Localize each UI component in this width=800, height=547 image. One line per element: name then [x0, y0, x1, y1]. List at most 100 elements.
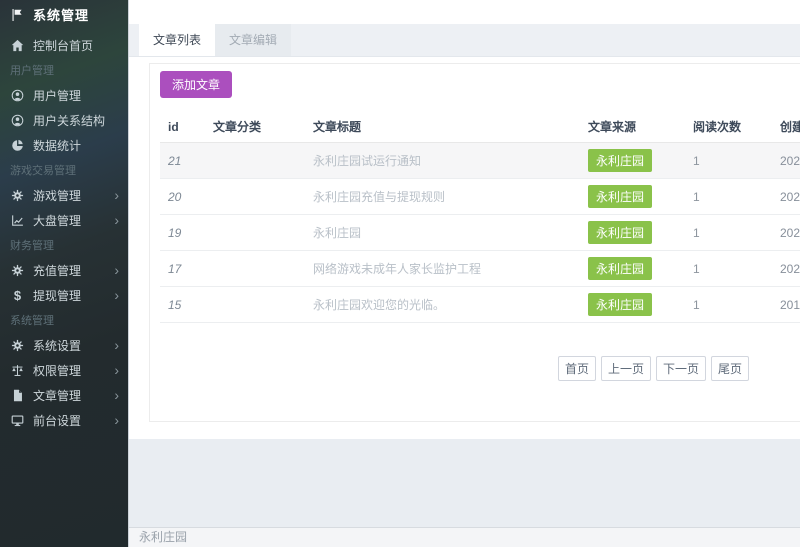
table-row: 15 永利庄园欢迎您的光临。 永利庄园 1 2019: [160, 287, 800, 323]
sidebar: 系统管理 控制台首页 用户管理 用户管理 用户关系结构: [0, 0, 128, 547]
sidebar-item-user-relations[interactable]: 用户关系结构: [0, 108, 128, 133]
source-badge[interactable]: 永利庄园: [588, 293, 652, 316]
sidebar-section-finance: 财务管理: [0, 233, 128, 258]
pagination: 首页 上一页 下一页 尾页: [558, 356, 800, 381]
chevron-right-icon: ›: [114, 213, 119, 227]
source-badge[interactable]: 永利庄园: [588, 185, 652, 208]
table-row: 17 网络游戏未成年人家长监护工程 永利庄园 1 2020: [160, 251, 800, 287]
cell-reads: 1: [685, 215, 780, 251]
cell-title: 永利庄园试运行通知: [305, 143, 580, 179]
sidebar-item-label: 提现管理: [33, 287, 114, 304]
content-panel: 添加文章 id 文章分类 文章标题 文章来源 阅读次数 创建时间: [129, 57, 800, 439]
column-header-reads: 阅读次数: [685, 111, 780, 143]
sidebar-item-market-management[interactable]: 大盘管理 ›: [0, 208, 128, 233]
cell-title: 永利庄园: [305, 215, 580, 251]
sidebar-item-label: 权限管理: [33, 362, 114, 379]
cell-title: 永利庄园充值与提现规则: [305, 179, 580, 215]
sidebar-item-label: 控制台首页: [33, 37, 119, 54]
sidebar-item-label: 系统设置: [33, 337, 114, 354]
cell-source: 永利庄园: [580, 143, 685, 179]
sidebar-header: 系统管理: [0, 0, 128, 29]
page-next-button[interactable]: 下一页: [656, 356, 706, 381]
chevron-right-icon: ›: [114, 263, 119, 277]
cell-category: [205, 215, 305, 251]
gear-icon: [10, 189, 25, 203]
add-article-button[interactable]: 添加文章: [160, 71, 232, 98]
line-chart-icon: [10, 214, 25, 228]
sidebar-section-game-trade: 游戏交易管理: [0, 158, 128, 183]
cell-id: 20: [160, 179, 205, 215]
cell-created: 2020: [780, 251, 800, 287]
column-header-title: 文章标题: [305, 111, 580, 143]
column-header-created: 创建时间: [780, 111, 800, 143]
cell-created: 2019: [780, 287, 800, 323]
chevron-right-icon: ›: [114, 363, 119, 377]
tab-article-edit[interactable]: 文章编辑: [215, 24, 291, 56]
sidebar-item-game-management[interactable]: 游戏管理 ›: [0, 183, 128, 208]
gear-icon: [10, 264, 25, 278]
sidebar-item-label: 充值管理: [33, 262, 114, 279]
source-badge[interactable]: 永利庄园: [588, 149, 652, 172]
cell-created: 2020: [780, 179, 800, 215]
desktop-icon: [10, 414, 25, 428]
cell-category: [205, 179, 305, 215]
main-area: 文章列表 文章编辑 添加文章 id 文章分类 文章标题 文: [128, 0, 800, 547]
page-last-button[interactable]: 尾页: [711, 356, 749, 381]
cell-title: 网络游戏未成年人家长监护工程: [305, 251, 580, 287]
chevron-right-icon: ›: [114, 388, 119, 402]
sidebar-item-articles[interactable]: 文章管理 ›: [0, 383, 128, 408]
page-prev-button[interactable]: 上一页: [601, 356, 651, 381]
sidebar-item-label: 前台设置: [33, 412, 114, 429]
chevron-right-icon: ›: [114, 288, 119, 302]
cell-reads: 1: [685, 287, 780, 323]
sidebar-item-label: 用户管理: [33, 87, 119, 104]
sidebar-item-label: 大盘管理: [33, 212, 114, 229]
home-icon: [10, 39, 25, 53]
cell-title: 永利庄园欢迎您的光临。: [305, 287, 580, 323]
cell-id: 17: [160, 251, 205, 287]
cell-source: 永利庄园: [580, 215, 685, 251]
source-badge[interactable]: 永利庄园: [588, 257, 652, 280]
cell-id: 21: [160, 143, 205, 179]
article-card: 添加文章 id 文章分类 文章标题 文章来源 阅读次数 创建时间: [149, 63, 800, 422]
sidebar-item-user-management[interactable]: 用户管理: [0, 83, 128, 108]
sidebar-item-withdraw[interactable]: $ 提现管理 ›: [0, 283, 128, 308]
chevron-right-icon: ›: [114, 188, 119, 202]
cell-created: 2020: [780, 215, 800, 251]
column-header-category: 文章分类: [205, 111, 305, 143]
cell-source: 永利庄园: [580, 251, 685, 287]
sidebar-menu: 控制台首页 用户管理 用户管理 用户关系结构 数据统计: [0, 29, 128, 433]
scales-icon: [10, 364, 25, 378]
sidebar-item-label: 游戏管理: [33, 187, 114, 204]
cell-id: 15: [160, 287, 205, 323]
tab-article-list[interactable]: 文章列表: [139, 24, 215, 56]
chevron-right-icon: ›: [114, 338, 119, 352]
sidebar-item-permissions[interactable]: 权限管理 ›: [0, 358, 128, 383]
column-header-source: 文章来源: [580, 111, 685, 143]
flag-icon: [10, 8, 24, 22]
sidebar-item-dashboard[interactable]: 控制台首页: [0, 33, 128, 58]
source-badge[interactable]: 永利庄园: [588, 221, 652, 244]
cell-source: 永利庄园: [580, 287, 685, 323]
content-spacer: [129, 439, 800, 527]
chevron-right-icon: ›: [114, 413, 119, 427]
page-first-button[interactable]: 首页: [558, 356, 596, 381]
file-icon: [10, 389, 25, 403]
tab-bar: 文章列表 文章编辑: [129, 24, 800, 57]
sidebar-item-data-stats[interactable]: 数据统计: [0, 133, 128, 158]
sidebar-item-system-settings[interactable]: 系统设置 ›: [0, 333, 128, 358]
top-strip: [129, 0, 800, 24]
cell-reads: 1: [685, 251, 780, 287]
sidebar-section-system: 系统管理: [0, 308, 128, 333]
admin-app: 系统管理 控制台首页 用户管理 用户管理 用户关系结构: [0, 0, 800, 547]
cell-created: 2020: [780, 143, 800, 179]
table-row: 21 永利庄园试运行通知 永利庄园 1 2020: [160, 143, 800, 179]
cell-category: [205, 287, 305, 323]
cell-category: [205, 143, 305, 179]
cell-reads: 1: [685, 179, 780, 215]
dollar-icon: $: [10, 289, 25, 303]
sidebar-item-recharge[interactable]: 充值管理 ›: [0, 258, 128, 283]
column-header-id: id: [160, 111, 205, 143]
sidebar-item-frontend[interactable]: 前台设置 ›: [0, 408, 128, 433]
sidebar-item-label: 文章管理: [33, 387, 114, 404]
